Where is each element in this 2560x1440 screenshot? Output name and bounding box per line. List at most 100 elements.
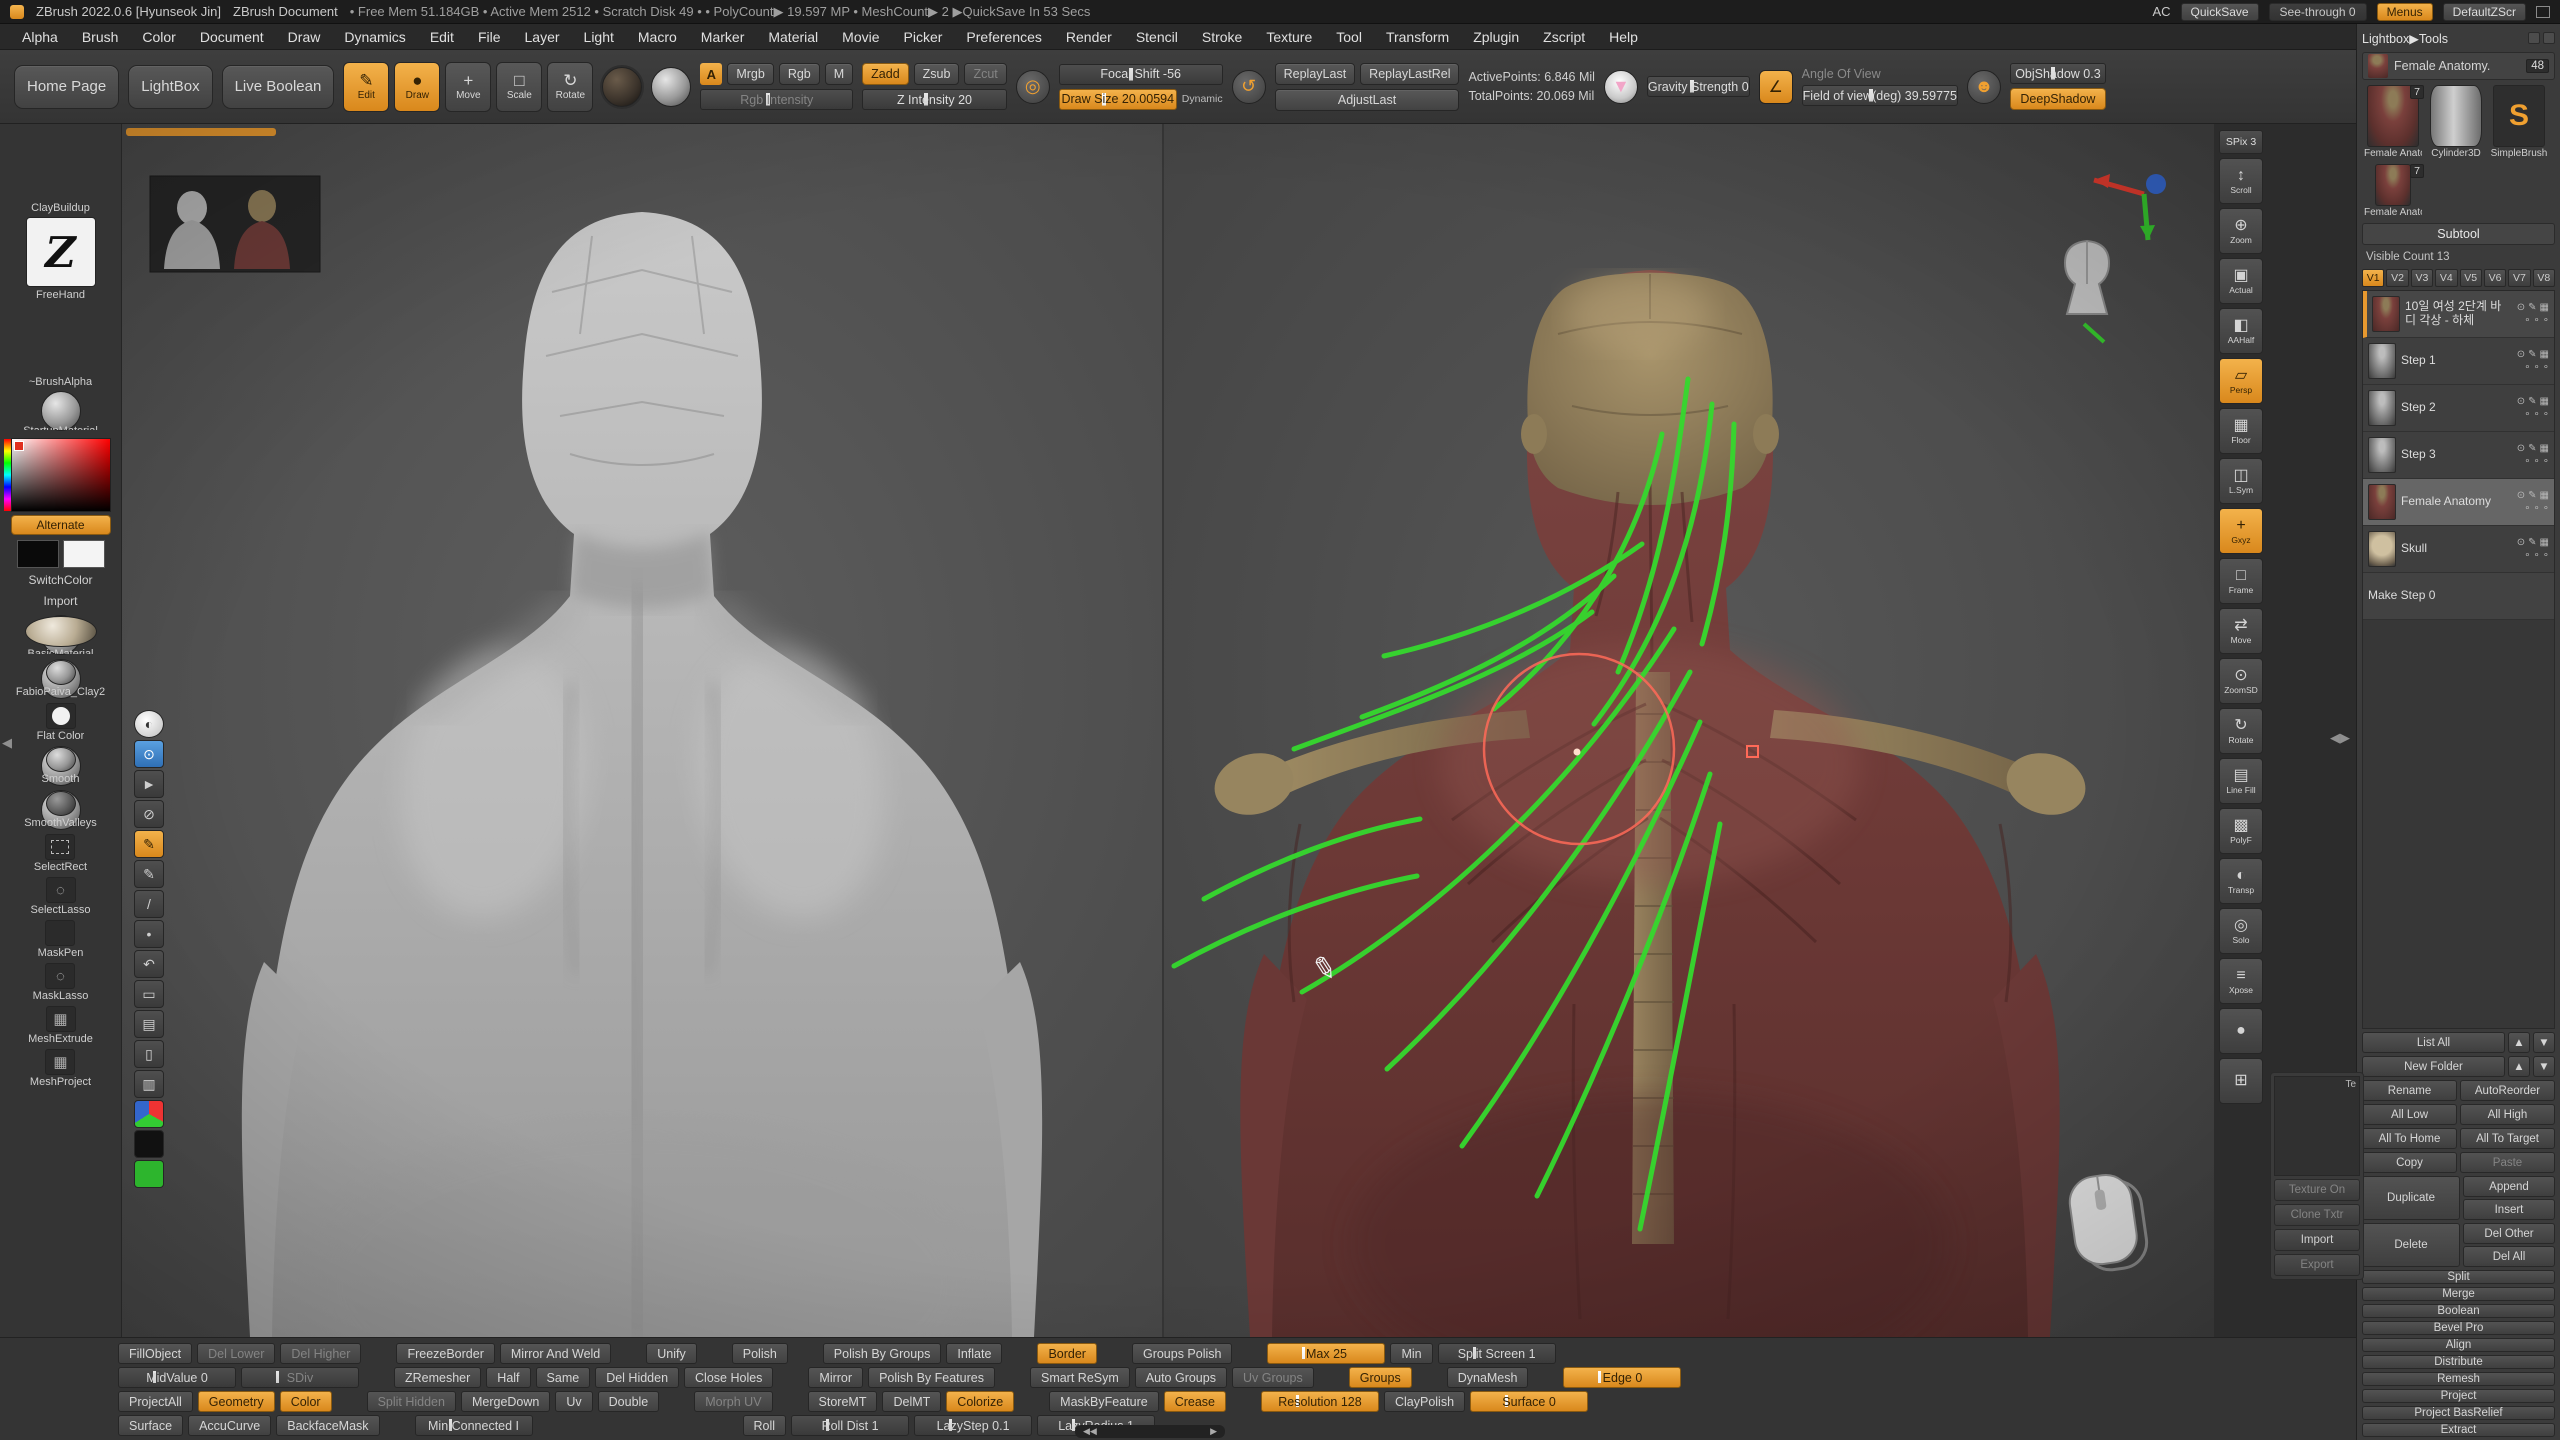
rgb-button[interactable]: Rgb: [779, 63, 820, 85]
subtool-item[interactable]: Female Anatomy ⊙ ✎ ▦ ∘ ∘ ∘: [2363, 479, 2554, 526]
canvas-tool-icon[interactable]: ►: [134, 770, 164, 798]
tool-button[interactable]: Edge 0: [1563, 1367, 1681, 1388]
tool-button[interactable]: Polish: [732, 1343, 788, 1364]
secondary-color-swatch[interactable]: [63, 540, 105, 568]
subtool-item[interactable]: Step 2 ⊙ ✎ ▦ ∘ ∘ ∘: [2363, 385, 2554, 432]
subtool-action-button[interactable]: All To Target: [2460, 1128, 2555, 1149]
menu-item[interactable]: Color: [130, 24, 187, 50]
m-button[interactable]: M: [825, 63, 853, 85]
tool-button[interactable]: Split Screen 1: [1438, 1343, 1556, 1364]
spix-slider[interactable]: SPix 3: [2219, 130, 2263, 154]
obj-shadow-slider[interactable]: ObjShadow 0.3: [2010, 63, 2106, 84]
window-control-icon[interactable]: [2536, 6, 2550, 18]
viewport-tool-button[interactable]: ▩ PolyF: [2219, 808, 2263, 854]
auto-badge[interactable]: A: [700, 63, 722, 85]
viewport-tool-button[interactable]: ⊕ Zoom: [2219, 208, 2263, 254]
tool-button[interactable]: Resolution 128: [1261, 1391, 1379, 1412]
brush-preset[interactable]: StartupMaterial: [41, 391, 81, 431]
subtool-action-button[interactable]: Copy: [2362, 1152, 2457, 1173]
tool-thumbnail-cell[interactable]: 7 Female Anatomy: [2364, 164, 2422, 218]
toggle-dot-icon[interactable]: ∘: [2533, 456, 2539, 467]
tool-button[interactable]: Morph UV: [694, 1391, 772, 1412]
tool-button[interactable]: MidValue 0: [118, 1367, 236, 1388]
tool-thumbnail-cell[interactable]: 7 Female Anatomy: [2364, 85, 2422, 159]
default-zscript-button[interactable]: DefaultZScr: [2443, 3, 2526, 21]
texture-action-button[interactable]: Import: [2274, 1229, 2360, 1251]
tool-button[interactable]: Min Connected I: [415, 1415, 533, 1436]
menu-item[interactable]: Stencil: [1124, 24, 1190, 50]
canvas-tool-icon[interactable]: /: [134, 890, 164, 918]
quicksave-button[interactable]: QuickSave: [2181, 3, 2259, 21]
toggle-dot-icon[interactable]: ∘: [2524, 550, 2530, 561]
insert-button[interactable]: Insert: [2463, 1199, 2555, 1220]
menu-item[interactable]: Preferences: [954, 24, 1053, 50]
menu-item[interactable]: Brush: [70, 24, 131, 50]
tool-button[interactable]: Surface: [118, 1415, 183, 1436]
community-icon[interactable]: ☻: [1967, 70, 2001, 104]
material-preset[interactable]: BasicMaterial: [41, 615, 81, 655]
menu-item[interactable]: Marker: [689, 24, 757, 50]
tool-button[interactable]: BackfaceMask: [276, 1415, 379, 1436]
subtool-action-button[interactable]: Remesh: [2362, 1372, 2555, 1386]
tool-button[interactable]: Split Hidden: [367, 1391, 456, 1412]
subtool-view-tab[interactable]: V8: [2533, 269, 2555, 287]
tool-button[interactable]: Close Holes: [684, 1367, 773, 1388]
tool-button[interactable]: FreezeBorder: [396, 1343, 494, 1364]
paint-brush-icon[interactable]: ✎: [2528, 537, 2536, 548]
subtool-view-tab[interactable]: V3: [2411, 269, 2433, 287]
panel-menu-icon[interactable]: [2543, 32, 2555, 44]
tool-button[interactable]: Crease: [1164, 1391, 1226, 1412]
tool-button[interactable]: LazyStep 0.1: [914, 1415, 1032, 1436]
alternate-button[interactable]: Alternate: [11, 515, 111, 535]
viewport-tool-button[interactable]: ▱ Persp: [2219, 358, 2263, 404]
tool-thumbnail-cell[interactable]: SimpleBrush: [2490, 85, 2548, 159]
visibility-eye-icon[interactable]: ⊙: [2517, 396, 2525, 407]
folder-up-button[interactable]: ▲: [2508, 1056, 2530, 1077]
paint-brush-icon[interactable]: ✎: [2528, 443, 2536, 454]
tool-button[interactable]: Roll Dist 1: [791, 1415, 909, 1436]
brush-preset[interactable]: ~BrushAlpha: [26, 304, 96, 388]
tool-button[interactable]: Polish By Groups: [823, 1343, 942, 1364]
menu-item[interactable]: Texture: [1254, 24, 1324, 50]
current-tool-row[interactable]: Female Anatomy. 48: [2362, 52, 2555, 80]
toggle-dot-icon[interactable]: ∘: [2543, 550, 2549, 561]
polymesh-icon[interactable]: ▦: [2540, 537, 2549, 548]
see-through-slider[interactable]: See-through 0: [2269, 3, 2367, 21]
canvas-scroll-control[interactable]: ◀◀ ▶: [1075, 1425, 1225, 1438]
menus-button[interactable]: Menus: [2377, 3, 2433, 21]
subtool-action-button[interactable]: Rename: [2362, 1080, 2457, 1101]
del-all-button[interactable]: Del All: [2463, 1246, 2555, 1267]
tool-panel-header[interactable]: Lightbox▶Tools: [2362, 27, 2555, 49]
polymesh-icon[interactable]: ▦: [2540, 396, 2549, 407]
viewport-tool-button[interactable]: □ Frame: [2219, 558, 2263, 604]
canvas-tool-icon[interactable]: [134, 1130, 164, 1158]
right-tray-toggle[interactable]: ◀▶: [2330, 730, 2350, 746]
subtool-action-button[interactable]: Boolean: [2362, 1304, 2555, 1318]
subtool-action-button[interactable]: All To Home: [2362, 1128, 2457, 1149]
tool-button[interactable]: MaskByFeature: [1049, 1391, 1159, 1412]
toggle-dot-icon[interactable]: ∘: [2543, 503, 2549, 514]
gravity-strength-slider[interactable]: Gravity Strength 0: [1647, 76, 1750, 97]
switch-color-button[interactable]: SwitchColor: [26, 571, 94, 589]
draw-size-slider[interactable]: Draw Size 20.00594: [1059, 89, 1177, 110]
focal-shift-icon[interactable]: ◎: [1016, 70, 1050, 104]
zsub-button[interactable]: Zsub: [914, 63, 960, 85]
subtool-action-button[interactable]: Project: [2362, 1389, 2555, 1403]
mode-button[interactable]: ● Draw: [394, 62, 440, 112]
tool-button[interactable]: Del Lower: [197, 1343, 275, 1364]
subtool-action-button[interactable]: All High: [2460, 1104, 2555, 1125]
home-page-button[interactable]: Home Page: [14, 65, 119, 109]
canvas-tool-icon[interactable]: ▯: [134, 1040, 164, 1068]
canvas-tool-icon[interactable]: ✎: [134, 860, 164, 888]
tool-button[interactable]: Auto Groups: [1135, 1367, 1227, 1388]
material-preset[interactable]: MeshExtrude: [28, 1006, 93, 1045]
tool-button[interactable]: StoreMT: [808, 1391, 878, 1412]
tool-button[interactable]: DelMT: [882, 1391, 941, 1412]
lightbox-button[interactable]: LightBox: [128, 65, 212, 109]
subtool-action-button[interactable]: Align: [2362, 1338, 2555, 1352]
material-preset[interactable]: SelectLasso: [31, 877, 91, 916]
viewport-tool-button[interactable]: ⊙ ZoomSD: [2219, 658, 2263, 704]
left-tray-toggle[interactable]: ◀: [2, 735, 12, 751]
hue-strip[interactable]: [4, 439, 11, 511]
tool-button[interactable]: FillObject: [118, 1343, 192, 1364]
